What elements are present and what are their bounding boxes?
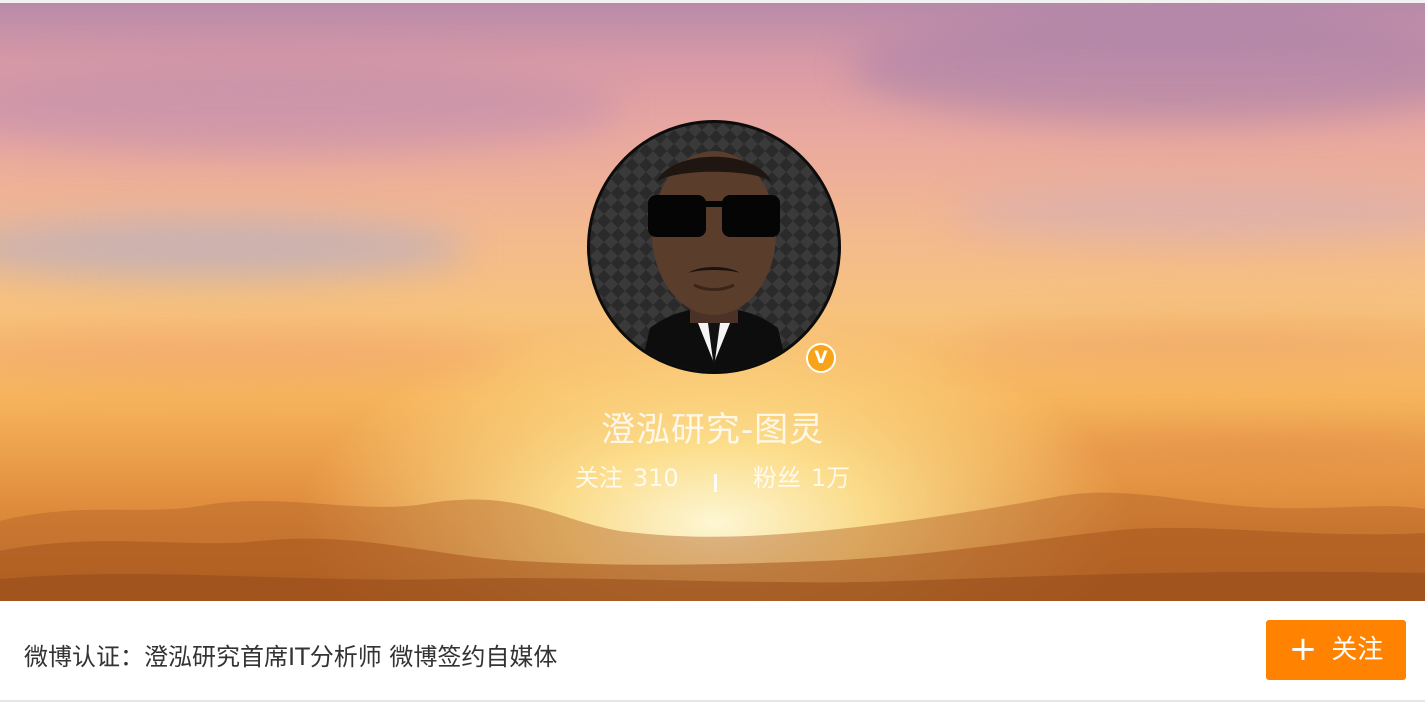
verification-bar: 微博认证：澄泓研究首席IT分析师 微博签约自媒体 + 关注	[0, 601, 1425, 702]
follow-button-label: 关注	[1331, 635, 1384, 665]
plus-icon: +	[1288, 629, 1318, 669]
profile-photo	[590, 123, 838, 371]
followers-link[interactable]: 粉丝 1万	[753, 464, 850, 492]
avatar[interactable]	[587, 120, 841, 374]
verified-badge-icon: V	[806, 343, 836, 373]
followers-label: 粉丝	[752, 464, 801, 492]
profile-page: V 澄泓研究-图灵 关注 310 粉丝 1万 微博认证：澄泓研究首席IT分析师 微博…	[0, 0, 1425, 702]
verification-text: 微博认证：澄泓研究首席IT分析师 微博签约自媒体	[24, 643, 558, 671]
followers-count: 1万	[810, 464, 851, 492]
profile-name: 澄泓研究-图灵	[600, 410, 825, 450]
follow-button[interactable]: + 关注	[1266, 620, 1406, 680]
profile-stats: 关注 310 粉丝 1万	[0, 458, 1425, 493]
following-label: 关注	[574, 464, 623, 492]
following-link[interactable]: 关注 310	[575, 464, 686, 492]
following-count: 310	[632, 464, 679, 492]
stats-divider	[714, 474, 718, 492]
